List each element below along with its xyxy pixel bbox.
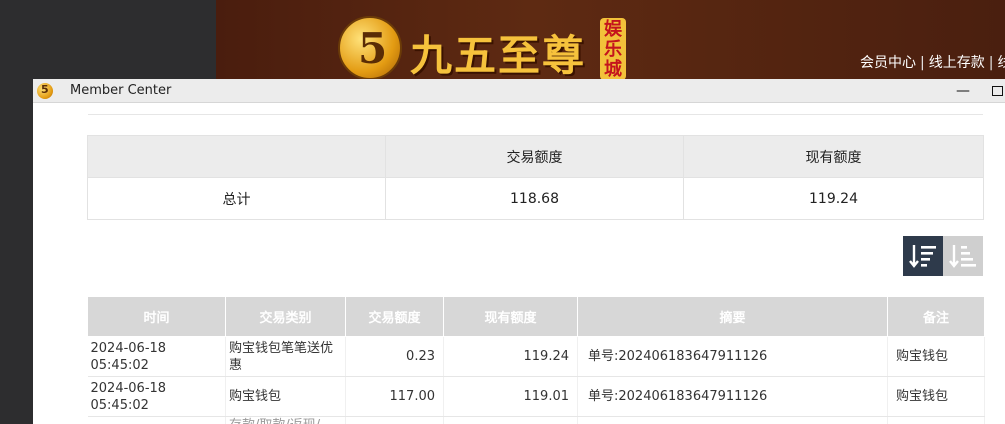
column-header-time[interactable]: 时间 — [87, 296, 226, 337]
cell-current: 119.24 — [443, 336, 578, 377]
window-titlebar[interactable]: 5 Member Center — — [33, 79, 1005, 103]
window-title: Member Center — [70, 83, 172, 98]
cell-current: 119.01 — [443, 376, 578, 417]
cell-summary — [577, 416, 888, 424]
minimize-button[interactable]: — — [953, 81, 973, 101]
link-online-deposit[interactable]: 线上存款 — [929, 55, 985, 71]
cell-note: 购宝钱包 — [887, 376, 985, 417]
maximize-button[interactable] — [987, 81, 1005, 101]
column-header-type[interactable]: 交易类别 — [225, 296, 346, 337]
summary-header-trade: 交易额度 — [385, 135, 684, 178]
summary-total-row: 总计 118.68 119.24 — [87, 177, 984, 220]
column-header-summary[interactable]: 摘要 — [577, 296, 888, 337]
brand-logo-icon: 5 — [338, 16, 402, 80]
cell-trade: 117.00 — [345, 376, 444, 417]
table-row[interactable]: 存款/取款/返现/ — [87, 416, 985, 424]
sort-descending-icon — [909, 245, 936, 268]
summary-table: 交易额度 现有额度 总计 118.68 119.24 — [87, 135, 984, 220]
table-row[interactable]: 2024-06-18 05:45:02 购宝钱包 117.00 119.01 单… — [87, 376, 985, 417]
member-center-window: 5 Member Center — 交易额度 现有额度 总计 118.68 11… — [33, 79, 1005, 424]
transaction-table: 时间 交易类别 交易额度 现有额度 摘要 备注 2024-06-18 05:45… — [87, 296, 985, 424]
brand-logo-text: 九五至尊 — [410, 31, 587, 80]
cell-summary: 单号:202406183647911126 — [577, 336, 888, 377]
summary-total-label: 总计 — [87, 177, 386, 220]
cell-time — [87, 416, 226, 424]
site-top-links: 会员中心 | 线上存款 | 线 — [860, 52, 1005, 72]
cell-type: 存款/取款/返现/ — [225, 416, 346, 424]
cell-note: 购宝钱包 — [887, 336, 985, 377]
cell-summary: 单号:202406183647911126 — [577, 376, 888, 417]
summary-header-current: 现有额度 — [683, 135, 984, 178]
cell-note — [887, 416, 985, 424]
sort-ascending-button[interactable] — [943, 236, 983, 276]
cell-trade: 0.23 — [345, 336, 444, 377]
link-more[interactable]: 线 — [997, 55, 1005, 71]
divider — [88, 114, 983, 115]
sort-ascending-icon — [949, 245, 976, 268]
cell-time: 2024-06-18 05:45:02 — [87, 376, 226, 417]
table-row[interactable]: 2024-06-18 05:45:02 购宝钱包笔笔送优惠 0.23 119.2… — [87, 336, 985, 377]
summary-header-empty — [87, 135, 386, 178]
cell-current — [443, 416, 578, 424]
link-member-center[interactable]: 会员中心 — [860, 55, 916, 71]
cell-time: 2024-06-18 05:45:02 — [87, 336, 226, 377]
column-header-trade[interactable]: 交易额度 — [345, 296, 444, 337]
brand-logo-badge: 娱乐城 — [600, 18, 626, 80]
cell-type: 购宝钱包笔笔送优惠 — [225, 336, 346, 377]
cell-trade — [345, 416, 444, 424]
cell-type: 购宝钱包 — [225, 376, 346, 417]
column-header-current[interactable]: 现有额度 — [443, 296, 578, 337]
sort-descending-button[interactable] — [903, 236, 943, 276]
summary-total-current: 119.24 — [683, 177, 984, 220]
summary-total-trade: 118.68 — [385, 177, 684, 220]
column-header-note[interactable]: 备注 — [887, 296, 985, 337]
app-logo-icon: 5 — [37, 83, 53, 99]
transaction-header-row: 时间 交易类别 交易额度 现有额度 摘要 备注 — [87, 296, 985, 337]
maximize-icon — [991, 86, 1003, 96]
summary-header-row: 交易额度 现有额度 — [87, 135, 984, 178]
